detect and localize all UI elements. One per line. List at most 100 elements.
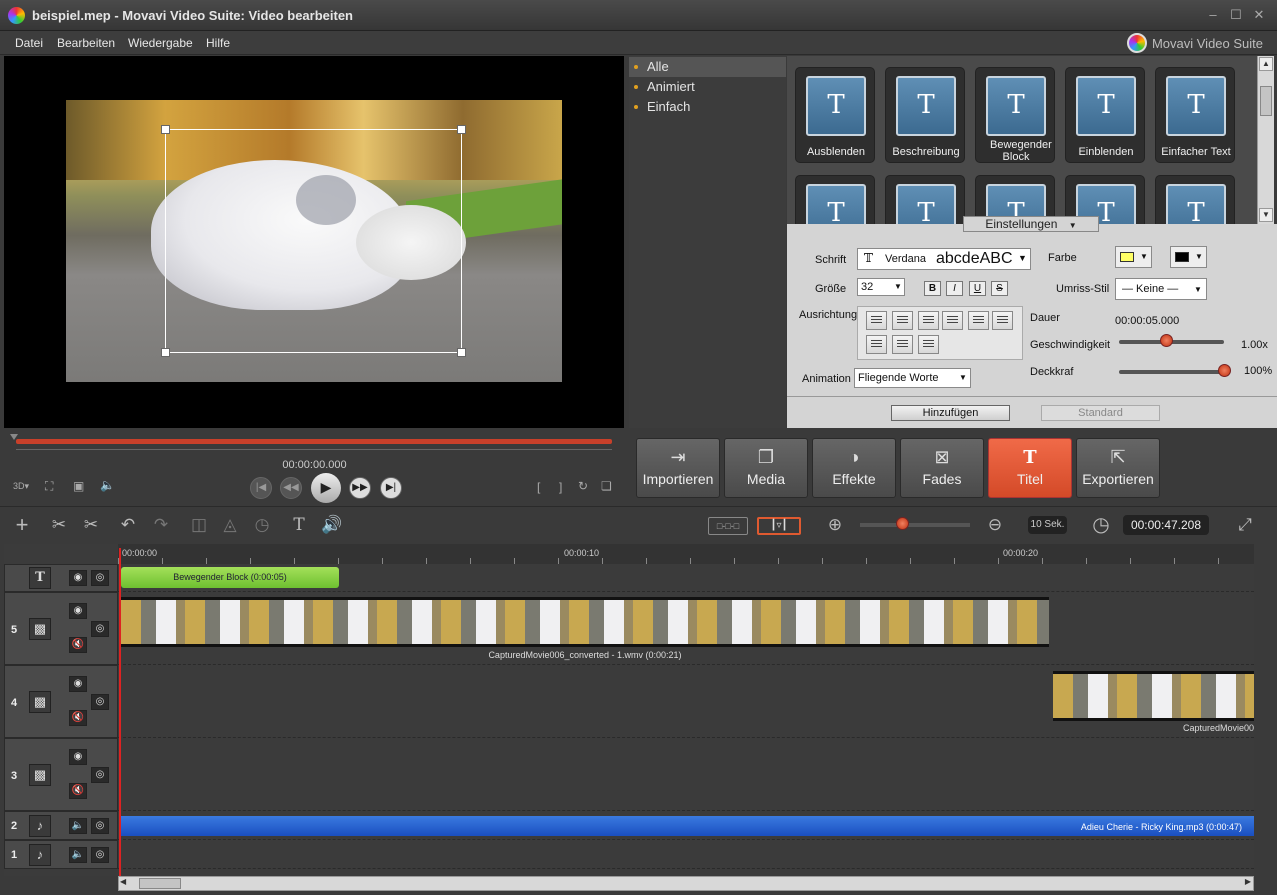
skip-end-icon[interactable]: ▶| bbox=[380, 477, 402, 499]
title-tile-bewegender-block[interactable]: T Bewegender Block bbox=[975, 67, 1055, 163]
title-tile-einblenden[interactable]: T Einblenden bbox=[1065, 67, 1145, 163]
tab-media[interactable]: ❐ Media bbox=[724, 438, 808, 498]
size-select[interactable]: 32 ▼ bbox=[857, 278, 905, 296]
play-button[interactable]: ▶ bbox=[311, 473, 341, 503]
trim-end-icon[interactable]: ◬ bbox=[219, 514, 241, 536]
record-audio-icon[interactable]: 🔊 bbox=[318, 514, 346, 536]
timeline-view-icon[interactable]: ┃▿┃ bbox=[757, 517, 801, 535]
resize-handle[interactable] bbox=[457, 348, 466, 357]
outline-color-picker[interactable]: ▼ bbox=[1170, 246, 1207, 268]
opacity-slider-knob[interactable] bbox=[1218, 364, 1231, 377]
category-alle[interactable]: Alle bbox=[629, 57, 786, 77]
fullscreen-icon[interactable]: ⛶ bbox=[45, 479, 53, 494]
eye-icon[interactable]: ◎ bbox=[91, 621, 109, 637]
rewind-icon[interactable]: ◀◀ bbox=[280, 477, 302, 499]
category-einfach[interactable]: Einfach bbox=[629, 97, 786, 117]
cut-icon[interactable]: ✂ bbox=[48, 514, 70, 536]
skip-start-icon[interactable]: |◀ bbox=[250, 477, 272, 499]
storyboard-view-icon[interactable]: □-□-□ bbox=[708, 517, 748, 535]
category-animiert[interactable]: Animiert bbox=[629, 77, 786, 97]
timeline-playhead[interactable] bbox=[119, 548, 121, 876]
audio-clip[interactable]: Adieu Cherie - Ricky King.mp3 (0:00:47) bbox=[121, 816, 1254, 836]
volume-icon[interactable]: 🔈 bbox=[69, 847, 87, 863]
playback-progress[interactable] bbox=[16, 439, 612, 444]
opacity-slider[interactable] bbox=[1119, 370, 1224, 374]
tab-effekte[interactable]: ◑ Effekte bbox=[812, 438, 896, 498]
bold-button[interactable]: B bbox=[924, 281, 941, 296]
snapshot-icon[interactable]: ▣ bbox=[73, 479, 84, 493]
italic-button[interactable]: I bbox=[946, 281, 963, 296]
volume-icon[interactable]: 🔈 bbox=[69, 818, 87, 834]
track-lane-1[interactable] bbox=[118, 840, 1254, 869]
font-select[interactable]: 𝕋 Verdana abcdeABC ▼ bbox=[857, 248, 1031, 270]
align-left-icon[interactable] bbox=[866, 311, 887, 330]
scroll-down-icon[interactable]: ▼ bbox=[1259, 208, 1273, 222]
title-clip[interactable]: Bewegender Block (0:00:05) bbox=[121, 567, 339, 588]
undo-icon[interactable]: ↶ bbox=[117, 514, 139, 536]
trim-start-icon[interactable]: ◫ bbox=[188, 514, 210, 536]
3d-icon[interactable]: 3D▾ bbox=[13, 481, 29, 492]
mark-out-icon[interactable]: ] bbox=[559, 480, 562, 494]
default-button[interactable]: Standard bbox=[1041, 405, 1160, 421]
menu-hilfe[interactable]: Hilfe bbox=[206, 36, 230, 50]
tab-exportieren[interactable]: ⇱ Exportieren bbox=[1076, 438, 1160, 498]
align-left-icon[interactable] bbox=[866, 335, 887, 354]
mark-in-icon[interactable]: [ bbox=[537, 480, 540, 494]
tab-titel[interactable]: T Titel bbox=[988, 438, 1072, 498]
resize-handle[interactable] bbox=[161, 125, 170, 134]
hide-icon[interactable]: ◉ bbox=[69, 749, 87, 765]
speed-slider-knob[interactable] bbox=[1160, 334, 1174, 347]
align-right-icon[interactable] bbox=[918, 335, 939, 354]
animation-select[interactable]: Fliegende Worte ▼ bbox=[854, 368, 971, 388]
strikethrough-button[interactable]: S bbox=[991, 281, 1008, 296]
timeline-ruler[interactable]: 00:00:00 00:00:10 00:00:20 bbox=[118, 544, 1254, 564]
volume-icon[interactable]: 🔈 bbox=[100, 478, 115, 492]
zoom-in-icon[interactable]: ⊕ bbox=[824, 514, 846, 536]
maximize-icon[interactable]: ☐ bbox=[1227, 7, 1245, 23]
zoom-out-icon[interactable]: ⊖ bbox=[984, 514, 1006, 536]
close-icon[interactable]: ✕ bbox=[1250, 7, 1268, 23]
scroll-left-icon[interactable]: ◀ bbox=[120, 877, 126, 886]
eye-icon[interactable]: ◎ bbox=[91, 570, 109, 586]
zoom-slider-knob[interactable] bbox=[896, 517, 909, 530]
scroll-thumb[interactable] bbox=[139, 878, 181, 889]
title-selection-box[interactable] bbox=[165, 129, 462, 353]
title-tile[interactable]: T bbox=[795, 175, 875, 224]
align-justify-icon[interactable] bbox=[942, 311, 963, 330]
align-bottom-icon[interactable] bbox=[992, 311, 1013, 330]
scroll-right-icon[interactable]: ▶ bbox=[1245, 877, 1251, 886]
resize-handle[interactable] bbox=[161, 348, 170, 357]
mute-icon[interactable]: 🔇 bbox=[69, 783, 87, 799]
menu-datei[interactable]: Datei bbox=[15, 36, 43, 50]
mute-icon[interactable]: 🔇 bbox=[69, 637, 87, 653]
timeline-horizontal-scroll[interactable]: ◀ ▶ bbox=[118, 876, 1254, 891]
hide-icon[interactable]: ◉ bbox=[69, 570, 87, 586]
add-button[interactable]: Hinzufügen bbox=[891, 405, 1010, 421]
fit-to-window-icon[interactable]: ⤢ bbox=[1234, 514, 1256, 536]
video-clip[interactable] bbox=[121, 597, 1049, 647]
timeline-vertical-scroll[interactable] bbox=[1257, 544, 1274, 876]
tab-fades[interactable]: ⊠ Fades bbox=[900, 438, 984, 498]
title-tile-einfacher-text[interactable]: T Einfacher Text bbox=[1155, 67, 1235, 163]
title-tile-beschreibung[interactable]: T Beschreibung bbox=[885, 67, 965, 163]
minimize-icon[interactable]: – bbox=[1204, 7, 1222, 23]
eye-icon[interactable]: ◎ bbox=[91, 694, 109, 710]
align-center-icon[interactable] bbox=[892, 311, 913, 330]
settings-tab[interactable]: Einstellungen ▼ bbox=[963, 216, 1099, 232]
title-tile-ausblenden[interactable]: T Ausblenden bbox=[795, 67, 875, 163]
redo-icon[interactable]: ↷ bbox=[150, 514, 172, 536]
tab-importieren[interactable]: ⇥ Importieren bbox=[636, 438, 720, 498]
outline-style-select[interactable]: — Keine — ▼ bbox=[1115, 278, 1207, 300]
align-top-icon[interactable] bbox=[968, 311, 989, 330]
resize-handle[interactable] bbox=[457, 125, 466, 134]
align-right-icon[interactable] bbox=[918, 311, 939, 330]
gallery-scrollbar[interactable]: ▲ ▼ bbox=[1257, 56, 1274, 224]
rotate-icon[interactable]: ↻ bbox=[578, 479, 588, 493]
fill-color-picker[interactable]: ▼ bbox=[1115, 246, 1152, 268]
duration-value[interactable]: 00:00:05.000 bbox=[1115, 315, 1179, 327]
add-title-icon[interactable]: T bbox=[288, 514, 310, 536]
add-icon[interactable]: + bbox=[11, 514, 33, 536]
align-center-icon[interactable] bbox=[892, 335, 913, 354]
crop-icon[interactable]: ❏ bbox=[601, 479, 612, 493]
scroll-thumb[interactable] bbox=[1260, 86, 1272, 116]
